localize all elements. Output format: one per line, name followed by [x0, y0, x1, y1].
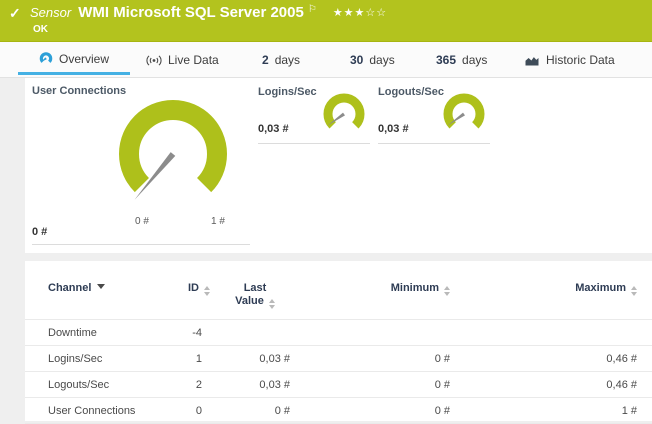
gauge-icon [39, 52, 53, 65]
user-connections-gauge [113, 94, 233, 214]
tab-live-data[interactable]: Live Data [146, 45, 219, 75]
cell-channel[interactable]: Logouts/Sec [25, 372, 160, 398]
mini-gauge-logins: Logins/Sec 0,03 # [258, 86, 370, 144]
tab-30-days[interactable]: 30 days [350, 45, 395, 75]
table-row[interactable]: Logouts/Sec 2 0,03 # 0 # 0,46 # [25, 372, 652, 398]
stars-filled: ★★★ [333, 7, 366, 19]
channels-table: Channel ID Last Value Minimum Maximum [25, 273, 652, 424]
cell-minimum: 0 # [300, 398, 460, 424]
cell-last-value [210, 320, 300, 346]
status-badge: OK [33, 24, 48, 35]
column-header-last-label: Last [210, 282, 300, 295]
sort-icon [269, 299, 275, 309]
cell-id: 1 [160, 346, 210, 372]
cell-maximum [460, 320, 652, 346]
tab-365-days-label: days [462, 53, 487, 67]
priority-stars[interactable]: ★★★☆☆ [333, 7, 387, 19]
column-header-channel-label: Channel [48, 282, 91, 294]
tab-historic-data[interactable]: Historic Data [524, 45, 615, 75]
cell-maximum: 1 # [460, 398, 652, 424]
cell-id: -4 [160, 320, 210, 346]
table-header-row: Channel ID Last Value Minimum Maximum [25, 273, 652, 320]
sensor-kind-label: Sensor [30, 5, 71, 20]
cell-last-value: 0,03 # [210, 372, 300, 398]
tab-2-days-number: 2 [262, 53, 269, 67]
column-header-minimum[interactable]: Minimum [300, 273, 460, 320]
tab-30-days-number: 30 [350, 53, 363, 67]
cell-id: 0 [160, 398, 210, 424]
column-header-minimum-label: Minimum [391, 282, 439, 294]
cell-minimum: 0 # [300, 372, 460, 398]
cell-channel[interactable]: Logins/Sec [25, 346, 160, 372]
mini-gauge-logouts-value: 0,03 # [378, 123, 409, 135]
cell-minimum: 0 # [300, 346, 460, 372]
mini-gauge-logins-value: 0,03 # [258, 123, 289, 135]
status-check-icon: ✓ [9, 5, 21, 22]
primary-gauge-divider [32, 244, 250, 245]
page-title: WMI Microsoft SQL Server 2005 [78, 4, 304, 21]
logouts-gauge [440, 92, 488, 136]
primary-gauge-value: 0 # [32, 226, 47, 238]
column-header-value-label: Value [235, 295, 264, 307]
gauge-scale-min: 0 # [135, 216, 149, 227]
tab-2-days[interactable]: 2 days [262, 45, 300, 75]
cell-maximum: 0,46 # [460, 372, 652, 398]
tab-historic-data-label: Historic Data [546, 53, 615, 67]
tab-30-days-label: days [369, 53, 394, 67]
column-header-maximum[interactable]: Maximum [460, 273, 652, 320]
gauge-scale-max: 1 # [211, 216, 225, 227]
cell-last-value: 0,03 # [210, 346, 300, 372]
table-row[interactable]: User Connections 0 0 # 0 # 1 # [25, 398, 652, 424]
priority-flag-icon: ⚐ [308, 4, 317, 15]
sensor-status-bar: ✓ Sensor WMI Microsoft SQL Server 2005 ⚐ ★★… [0, 0, 652, 42]
table-row[interactable]: Logins/Sec 1 0,03 # 0 # 0,46 # [25, 346, 652, 372]
column-header-channel[interactable]: Channel [25, 273, 160, 320]
tab-overview[interactable]: Overview [18, 45, 130, 75]
stars-empty: ☆☆ [365, 7, 387, 19]
channels-panel: Channel ID Last Value Minimum Maximum [25, 261, 652, 421]
tab-365-days[interactable]: 365 days [436, 45, 487, 75]
logins-gauge [320, 92, 368, 136]
column-header-id[interactable]: ID [160, 273, 210, 320]
sort-icon [444, 286, 450, 296]
cell-channel[interactable]: Downtime [25, 320, 160, 346]
mini-gauge-logins-divider [258, 143, 370, 144]
cell-id: 2 [160, 372, 210, 398]
sort-icon [204, 286, 210, 296]
column-header-last-value[interactable]: Last Value [210, 273, 300, 320]
cell-last-value: 0 # [210, 398, 300, 424]
tab-bar: Overview Live Data 2 days 30 days 365 da… [0, 42, 652, 78]
column-header-id-label: ID [188, 282, 199, 294]
cell-channel[interactable]: User Connections [25, 398, 160, 424]
sensor-title-line: Sensor WMI Microsoft SQL Server 2005 ⚐ ★★★☆… [30, 4, 387, 22]
mini-gauge-logouts-divider [378, 143, 490, 144]
sort-desc-icon [97, 284, 105, 289]
mini-gauge-logouts: Logouts/Sec 0,03 # [378, 86, 490, 144]
mini-gauge-logouts-title: Logouts/Sec [378, 86, 444, 98]
mini-gauge-logins-title: Logins/Sec [258, 86, 317, 98]
historic-data-icon [524, 54, 540, 67]
tab-live-data-label: Live Data [168, 53, 219, 67]
cell-maximum: 0,46 # [460, 346, 652, 372]
table-row[interactable]: Downtime -4 [25, 320, 652, 346]
tab-overview-label: Overview [59, 52, 109, 66]
cell-minimum [300, 320, 460, 346]
tab-365-days-number: 365 [436, 53, 456, 67]
column-header-maximum-label: Maximum [575, 282, 626, 294]
gauges-panel: User Connections 0 # 1 # 0 # Logins/Sec … [25, 78, 652, 253]
tab-2-days-label: days [275, 53, 300, 67]
live-data-icon [146, 54, 162, 67]
sort-icon [631, 286, 637, 296]
